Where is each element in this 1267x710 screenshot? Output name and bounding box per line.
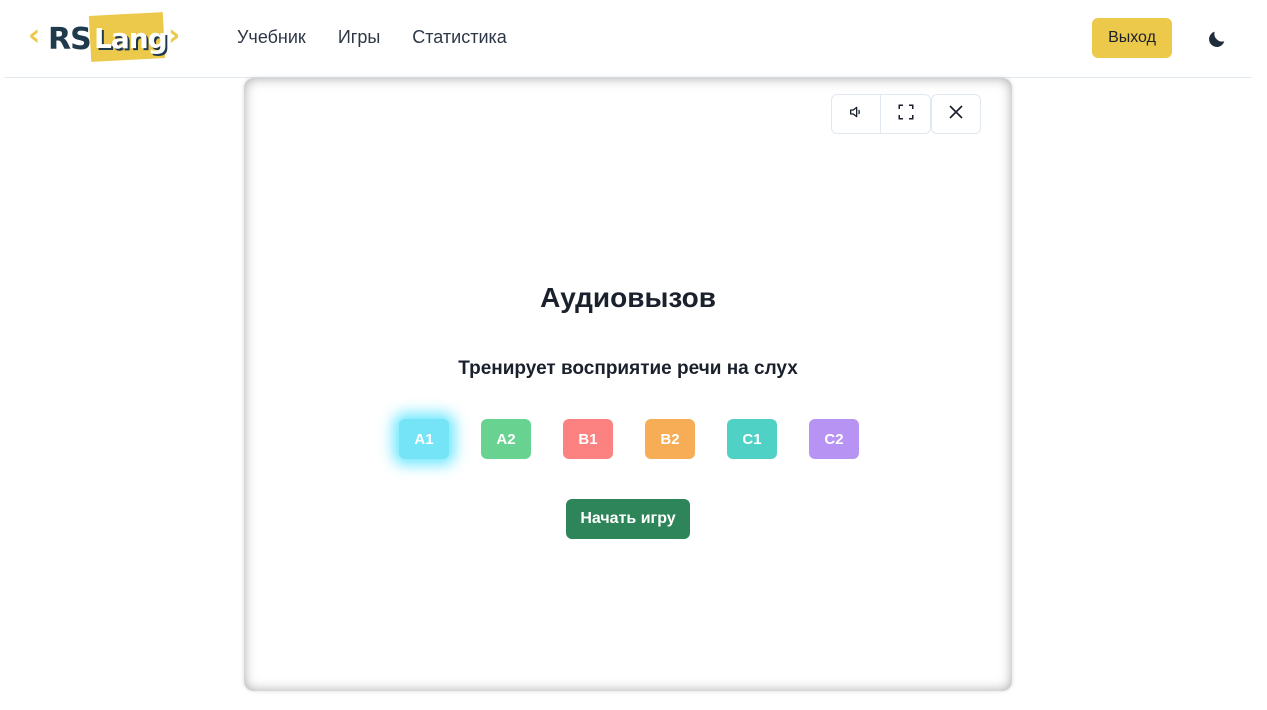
game-controls (831, 94, 981, 134)
fullscreen-icon (897, 103, 915, 126)
level-button-c2[interactable]: C2 (809, 419, 859, 459)
logout-button[interactable]: Выход (1092, 18, 1172, 58)
nav-item-statistics[interactable]: Статистика (412, 27, 507, 48)
level-button-a1[interactable]: A1 (399, 419, 449, 459)
nav-item-textbook[interactable]: Учебник (237, 27, 306, 48)
top-header: ‹ RS Lang › Учебник Игры Статистика Выхо… (4, 0, 1252, 78)
nav-item-games[interactable]: Игры (338, 27, 380, 48)
level-selector: A1 A2 B1 B2 C1 C2 (399, 419, 859, 459)
logo-lang-text: Lang (94, 22, 168, 55)
logo-left-bracket: ‹ (28, 18, 41, 53)
main-nav: Учебник Игры Статистика (237, 27, 539, 48)
game-subtitle: Тренирует восприятие речи на слух (458, 358, 798, 379)
level-button-c1[interactable]: C1 (727, 419, 777, 459)
close-game-button[interactable] (931, 94, 981, 134)
speaker-icon (848, 104, 864, 125)
level-button-b2[interactable]: B2 (645, 419, 695, 459)
moon-icon[interactable] (1206, 28, 1228, 50)
audiocall-game-card: Аудиовызов Тренирует восприятие речи на … (244, 78, 1012, 691)
game-title: Аудиовызов (540, 282, 716, 313)
level-button-a2[interactable]: A2 (481, 419, 531, 459)
level-button-b1[interactable]: B1 (563, 419, 613, 459)
sound-toggle-button[interactable] (831, 94, 881, 134)
fullscreen-button[interactable] (881, 94, 931, 134)
start-game-button[interactable]: Начать игру (566, 499, 690, 539)
rslang-logo[interactable]: ‹ RS Lang › (28, 12, 188, 64)
logo-right-bracket: › (168, 18, 181, 53)
logo-rs-text: RS (48, 22, 92, 57)
close-icon (947, 103, 965, 126)
